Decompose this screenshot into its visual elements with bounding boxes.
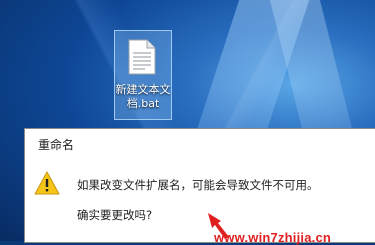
desktop-file-item[interactable]: 新建文本文档.bat	[114, 30, 172, 120]
text-file-icon	[128, 39, 156, 75]
confirm-question: 确实要更改吗?	[77, 208, 153, 222]
dialog-title: 重命名	[38, 138, 75, 152]
warning-icon	[34, 171, 60, 195]
warning-message: 如果改变文件扩展名，可能会导致文件不可用。	[77, 178, 319, 192]
rename-dialog: 重命名 如果改变文件扩展名，可能会导致文件不可用。 确实要更改吗? www.wi…	[24, 128, 375, 245]
file-name-label: 新建文本文档.bat	[115, 83, 171, 110]
watermark-text: www.win7zhijia.cn	[214, 230, 332, 245]
